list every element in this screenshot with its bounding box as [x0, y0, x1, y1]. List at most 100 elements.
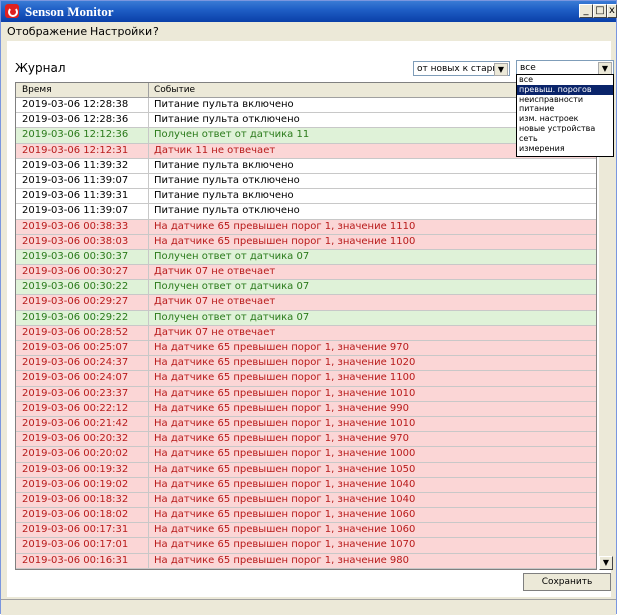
cell-divider	[148, 234, 149, 249]
table-row[interactable]: 2019-03-06 00:38:03 На датчике 65 превыше…	[16, 234, 596, 250]
cell-event: Питание пульта отключено	[154, 114, 300, 126]
sort-order-value: от новых к старым	[417, 64, 507, 74]
save-button[interactable]: Сохранить	[523, 573, 611, 591]
table-row[interactable]: 2019-03-06 00:30:22 Получен ответ от датч…	[16, 280, 596, 296]
cell-event: Питание пульта отключено	[154, 205, 300, 217]
filter-option[interactable]: новые устройства	[517, 124, 613, 134]
cell-divider	[148, 538, 149, 553]
filter-option[interactable]: сеть	[517, 134, 613, 144]
table-row[interactable]: 2019-03-06 00:19:32 На датчике 65 превыше…	[16, 462, 596, 478]
filter-option[interactable]: все	[517, 75, 613, 85]
table-row[interactable]: 2019-03-06 00:21:42 На датчике 65 превыше…	[16, 416, 596, 433]
table-row[interactable]: 2019-03-06 00:30:27 Датчик 07 не отвечает	[16, 265, 596, 281]
column-header-event[interactable]: Событие	[154, 85, 195, 95]
filter-option[interactable]: неисправности	[517, 95, 613, 105]
filter-option[interactable]: питание	[517, 104, 613, 114]
event-filter-select[interactable]: все ▼	[516, 60, 614, 75]
table-row[interactable]: 2019-03-06 00:22:12 На датчике 65 превыше…	[16, 401, 596, 417]
filter-option[interactable]: измерения	[517, 144, 613, 154]
minimize-button[interactable]: _	[579, 4, 593, 18]
cell-time: 2019-03-06 00:30:37	[22, 250, 129, 262]
cell-divider	[148, 280, 149, 295]
table-row[interactable]: 2019-03-06 00:20:02 На датчике 65 превыше…	[16, 447, 596, 463]
cell-divider	[148, 356, 149, 371]
cell-divider	[148, 386, 149, 401]
table-row[interactable]: 2019-03-06 00:25:07 На датчике 65 превыше…	[16, 341, 596, 357]
table-row[interactable]: 2019-03-06 00:19:02 На датчике 65 превыше…	[16, 477, 596, 493]
table-row[interactable]: 2019-03-06 12:28:38 Питание пульта включе…	[16, 98, 596, 114]
table-row[interactable]: 2019-03-06 00:29:27 Датчик 07 не отвечает	[16, 295, 596, 311]
cell-divider	[148, 553, 149, 568]
table-row[interactable]: 2019-03-06 11:39:07 Питание пульта отключ…	[16, 173, 596, 190]
cell-divider	[148, 113, 149, 128]
cell-divider	[148, 477, 149, 492]
cell-event: На датчике 65 превышен порог 1, значение…	[154, 554, 409, 566]
chevron-down-icon[interactable]: ▼	[494, 63, 508, 76]
table-row[interactable]: 2019-03-06 00:29:22 Получен ответ от датч…	[16, 310, 596, 326]
cell-divider	[148, 310, 149, 325]
scroll-down-icon[interactable]: ▼	[599, 556, 613, 570]
cell-event: Получен ответ от датчика 07	[154, 281, 310, 293]
table-row[interactable]: 2019-03-06 00:17:31 На датчике 65 превыше…	[16, 523, 596, 539]
table-row[interactable]: 2019-03-06 00:24:07 На датчике 65 превыше…	[16, 371, 596, 387]
cell-time: 2019-03-06 11:39:32	[22, 159, 129, 171]
journal-label: Журнал	[15, 61, 66, 75]
table-row[interactable]: 2019-03-06 12:12:36 Получен ответ от датч…	[16, 128, 596, 144]
maximize-button[interactable]: □	[593, 4, 607, 18]
table-row[interactable]: 2019-03-06 00:28:52 Датчик 07 не отвечает	[16, 325, 596, 341]
column-divider[interactable]	[148, 83, 149, 97]
menu-view[interactable]: Отображение	[7, 25, 87, 38]
cell-time: 2019-03-06 00:16:31	[22, 554, 129, 566]
cell-time: 2019-03-06 00:18:32	[22, 493, 129, 505]
table-row[interactable]: 2019-03-06 00:38:33 На датчике 65 превыше…	[16, 219, 596, 235]
table-row[interactable]: 2019-03-06 11:39:07 Питание пульта отключ…	[16, 204, 596, 220]
menu-help[interactable]: ?	[153, 25, 159, 38]
table-row[interactable]: 2019-03-06 00:23:37 На датчике 65 превыше…	[16, 386, 596, 402]
cell-event: Питание пульта включено	[154, 159, 294, 171]
filter-option[interactable]: превыш. порогов	[517, 84, 613, 95]
cell-event: На датчике 65 превышен порог 1, значение…	[154, 357, 416, 369]
table-row[interactable]: 2019-03-06 12:28:36 Питание пульта отключ…	[16, 113, 596, 129]
cell-event: Питание пульта включено	[154, 190, 294, 202]
sort-order-select[interactable]: от новых к старым ▼	[413, 61, 510, 76]
cell-time: 2019-03-06 00:24:37	[22, 357, 129, 369]
cell-divider	[148, 447, 149, 462]
table-row[interactable]: 2019-03-06 11:39:31 Питание пульта включе…	[16, 189, 596, 205]
cell-event: На датчике 65 превышен порог 1, значение…	[154, 493, 416, 505]
app-window: Senson Monitor _ □ x Отображение Настрой…	[0, 0, 617, 615]
app-logo-icon	[5, 4, 19, 18]
menu-settings[interactable]: Настройки	[90, 25, 152, 38]
cell-time: 2019-03-06 00:24:07	[22, 372, 129, 384]
table-row[interactable]: 2019-03-06 00:17:01 На датчике 65 превыше…	[16, 538, 596, 554]
table-row[interactable]: 2019-03-06 00:18:32 На датчике 65 превыше…	[16, 492, 596, 509]
table-row[interactable]: 2019-03-06 12:12:31 Датчик 11 не отвечает	[16, 143, 596, 159]
cell-divider	[148, 492, 149, 508]
table-row[interactable]: 2019-03-06 00:20:32 На датчике 65 превыше…	[16, 432, 596, 448]
column-header-time[interactable]: Время	[22, 85, 52, 95]
filter-option[interactable]: изм. настроек	[517, 114, 613, 124]
cell-time: 2019-03-06 00:29:22	[22, 311, 129, 323]
cell-event: На датчике 65 превышен порог 1, значение…	[154, 433, 409, 445]
cell-divider	[148, 128, 149, 143]
table-row[interactable]: 2019-03-06 00:30:37 Получен ответ от датч…	[16, 249, 596, 266]
cell-event: Датчик 07 не отвечает	[154, 266, 276, 278]
cell-divider	[148, 295, 149, 310]
cell-time: 2019-03-06 00:21:42	[22, 417, 129, 429]
title-bar[interactable]: Senson Monitor _ □ x	[1, 1, 617, 22]
cell-divider	[148, 416, 149, 432]
cell-time: 2019-03-06 00:23:37	[22, 387, 129, 399]
cell-event: На датчике 65 превышен порог 1, значение…	[154, 402, 409, 414]
cell-event: На датчике 65 превышен порог 1, значение…	[154, 463, 416, 475]
cell-event: На датчике 65 превышен порог 1, значение…	[154, 220, 416, 232]
table-row[interactable]: 2019-03-06 11:39:32 Питание пульта включе…	[16, 158, 596, 174]
table-header: Время Событие	[16, 83, 596, 98]
close-button[interactable]: x	[607, 4, 617, 18]
cell-divider	[148, 98, 149, 113]
cell-event: Датчик 07 не отвечает	[154, 326, 276, 338]
table-row[interactable]: 2019-03-06 00:18:02 На датчике 65 превыше…	[16, 508, 596, 524]
table-row[interactable]: 2019-03-06 00:24:37 На датчике 65 превыше…	[16, 356, 596, 372]
cell-divider	[148, 249, 149, 265]
window-title: Senson Monitor	[25, 4, 114, 19]
cell-divider	[148, 432, 149, 447]
table-row[interactable]: 2019-03-06 00:16:31 На датчике 65 превыше…	[16, 553, 596, 569]
